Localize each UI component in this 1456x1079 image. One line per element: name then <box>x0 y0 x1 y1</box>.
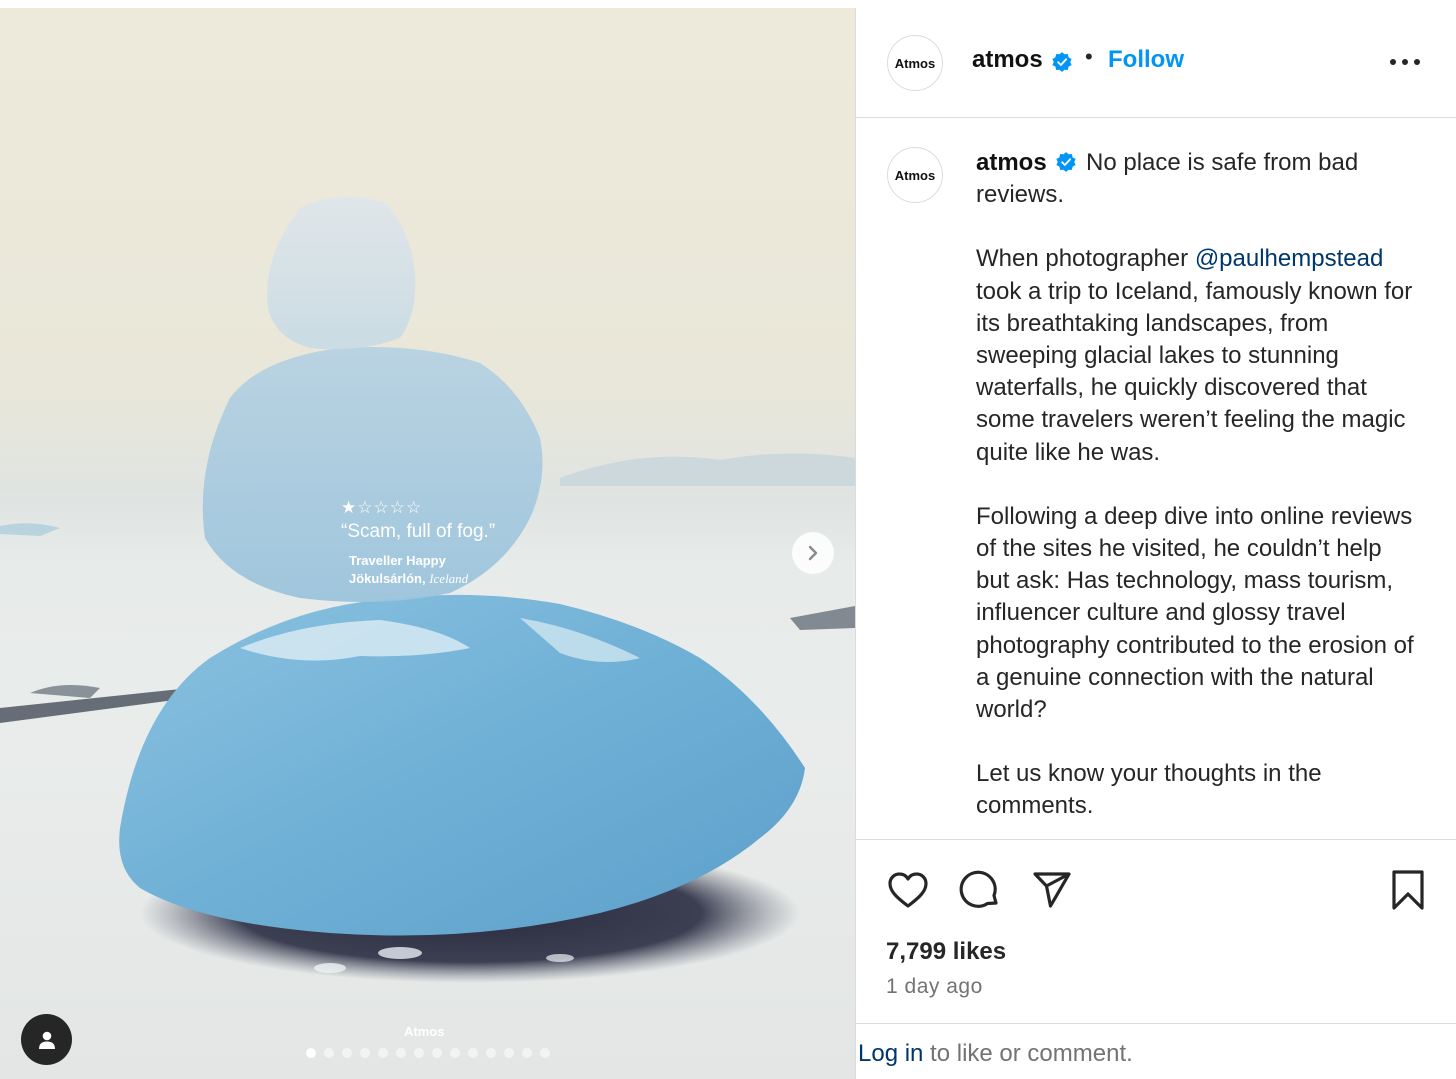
login-link[interactable]: Log in <box>858 1040 923 1067</box>
carousel-dot <box>378 1048 388 1058</box>
caption-avatar[interactable]: Atmos <box>887 147 943 203</box>
caption-p2-start: When photographer <box>976 245 1195 273</box>
photo-watermark: Atmos <box>404 1024 445 1039</box>
verified-badge-icon <box>1056 151 1076 172</box>
post-timestamp[interactable]: 1 day ago <box>886 975 983 999</box>
review-location: Jökulsárlón, Iceland <box>349 570 541 588</box>
rating-stars: ★☆☆☆☆ <box>341 498 423 518</box>
carousel-dot <box>306 1048 316 1058</box>
carousel-dot <box>540 1048 550 1058</box>
comment-icon[interactable] <box>958 868 1002 912</box>
bookmark-icon[interactable] <box>1386 868 1430 912</box>
account-name[interactable]: atmos <box>972 46 1043 74</box>
caption-first-paragraph: atmos No place is safe from bad reviews. <box>976 147 1416 211</box>
post-actions: 7,799 likes 1 day ago <box>856 839 1456 1022</box>
share-icon[interactable] <box>1030 868 1074 912</box>
review-overlay: ★☆☆☆☆ “Scam, full of fog.” Traveller Hap… <box>341 498 541 588</box>
carousel-dot <box>324 1048 334 1058</box>
more-options-icon[interactable] <box>1388 56 1422 68</box>
follow-button[interactable]: Follow <box>1108 46 1184 74</box>
carousel-dot <box>396 1048 406 1058</box>
caption-account-name[interactable]: atmos <box>976 149 1047 176</box>
heart-icon[interactable] <box>886 868 930 912</box>
post-header: Atmos atmos • Follow <box>856 8 1456 118</box>
carousel-dot <box>414 1048 424 1058</box>
caption-paragraph-3: Following a deep dive into online review… <box>976 502 1414 724</box>
mention-link[interactable]: @paulhempstead <box>1195 245 1383 272</box>
carousel-indicator <box>306 1048 550 1058</box>
caption-paragraph-2: When photographer @paulhempstead took a … <box>976 243 1416 468</box>
login-prompt-bar: Log in to like or comment. <box>856 1023 1456 1079</box>
carousel-dot <box>504 1048 514 1058</box>
likes-count[interactable]: 7,799 likes <box>886 938 1006 966</box>
carousel-dot <box>432 1048 442 1058</box>
review-quote: “Scam, full of fog.” <box>341 521 496 542</box>
carousel-dot <box>486 1048 496 1058</box>
carousel-dot <box>360 1048 370 1058</box>
account-avatar[interactable]: Atmos <box>887 35 943 91</box>
review-country: Iceland <box>429 571 469 586</box>
carousel-dot <box>450 1048 460 1058</box>
post-photo: ★☆☆☆☆ “Scam, full of fog.” Traveller Hap… <box>0 8 855 1079</box>
carousel-dot <box>342 1048 352 1058</box>
user-tag-icon <box>38 1031 55 1049</box>
login-prompt-rest: to like or comment. <box>923 1040 1133 1067</box>
verified-badge-icon <box>1052 52 1072 72</box>
post-side-panel: Atmos atmos • Follow Atmos atmos No plac… <box>855 8 1456 1079</box>
caption-scroll-area[interactable]: Atmos atmos No place is safe from bad re… <box>856 119 1456 839</box>
caption-p2-end: took a trip to Iceland, famously known f… <box>976 277 1413 466</box>
post-caption: atmos No place is safe from bad reviews.… <box>976 147 1416 839</box>
review-place: Jökulsárlón, <box>349 571 426 586</box>
login-prompt: Log in to like or comment. <box>858 1040 1133 1068</box>
carousel-dot <box>522 1048 532 1058</box>
header-separator: • <box>1085 44 1093 69</box>
carousel-dot <box>468 1048 478 1058</box>
reviewer-name: Traveller Happy <box>349 553 446 568</box>
next-slide-button[interactable] <box>792 532 834 574</box>
caption-paragraph-4: Let us know your thoughts in the comment… <box>976 760 1322 820</box>
user-tag-button[interactable] <box>21 1014 72 1065</box>
chevron-right-icon <box>808 545 818 561</box>
